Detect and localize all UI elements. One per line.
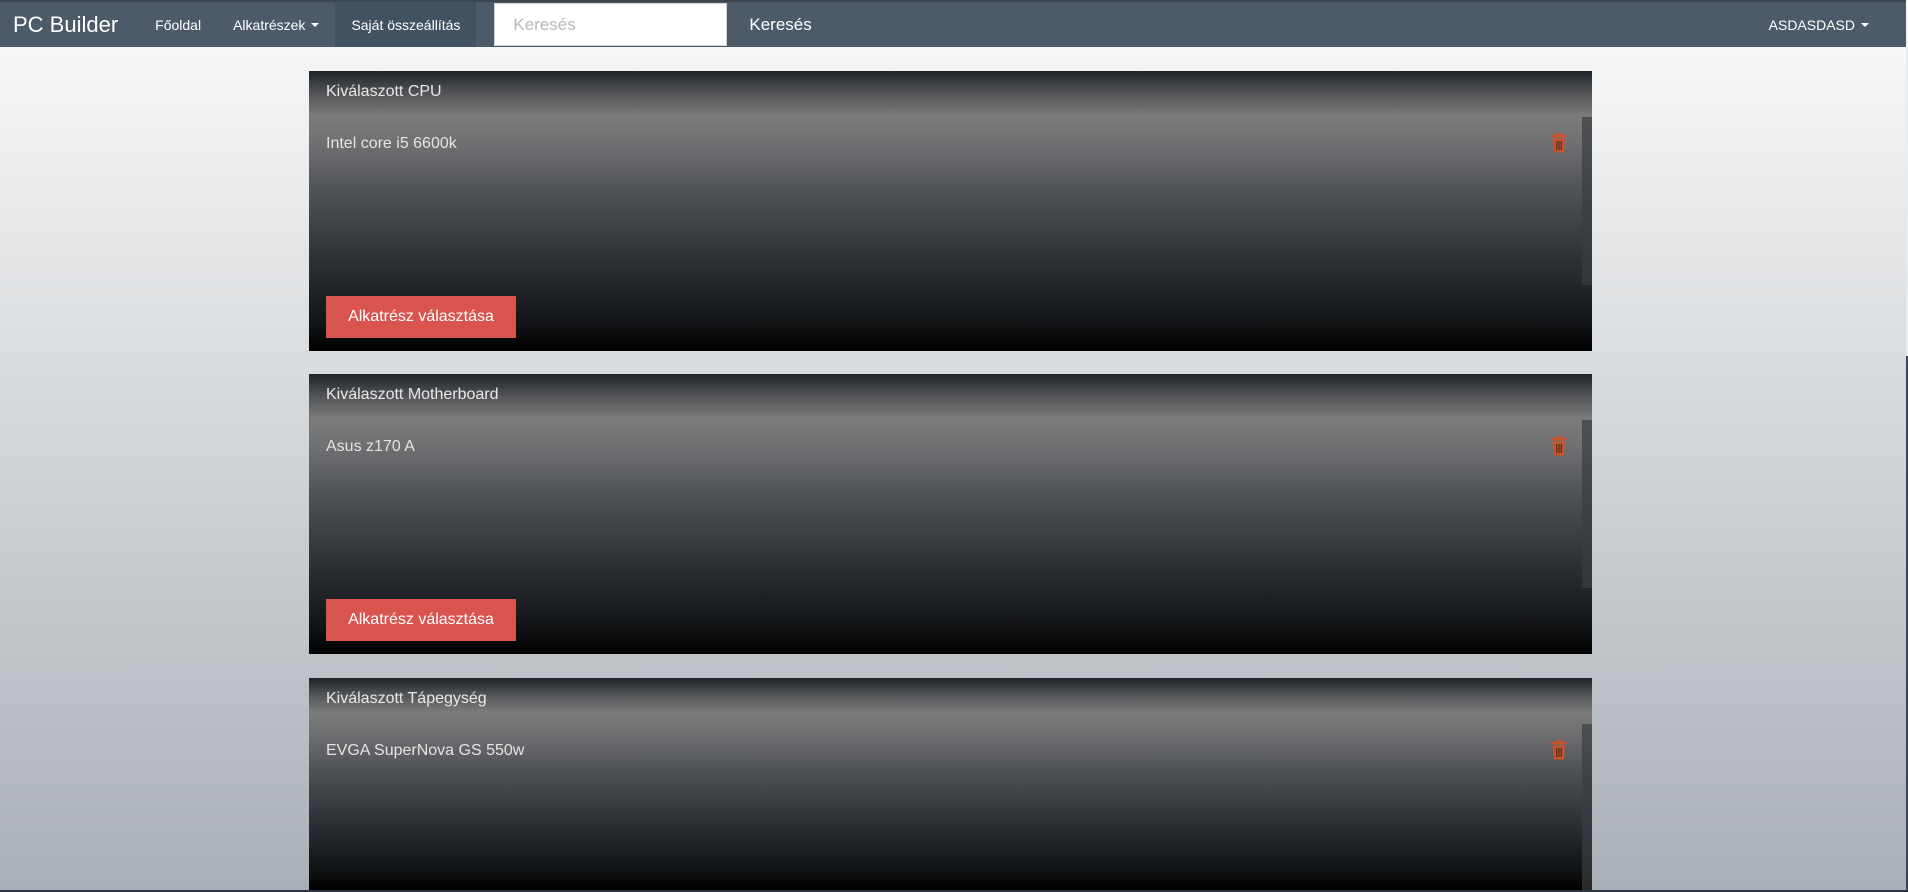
panel-scrollbar[interactable] bbox=[1582, 724, 1592, 892]
panel-scrollbar[interactable] bbox=[1582, 117, 1592, 285]
nav-own-build[interactable]: Saját összeállítás bbox=[335, 2, 477, 47]
panel-title: Kiválaszott Motherboard bbox=[326, 386, 499, 403]
user-menu-dropdown[interactable]: ASDASDASD bbox=[1769, 2, 1869, 47]
trash-icon[interactable] bbox=[1550, 740, 1568, 760]
user-name: ASDASDASD bbox=[1768, 16, 1855, 33]
choose-part-button[interactable]: Alkatrész választása bbox=[326, 296, 516, 338]
caret-down-icon bbox=[311, 22, 320, 27]
panel-title: Kiválaszott CPU bbox=[326, 83, 442, 100]
panel-title: Kiválaszott Tápegység bbox=[326, 690, 487, 707]
selected-item-name: Intel core i5 6600k bbox=[326, 135, 457, 152]
brand-logo[interactable]: PC Builder bbox=[0, 2, 131, 47]
choose-part-button[interactable]: Alkatrész választása bbox=[326, 599, 516, 641]
panel-scrollbar[interactable] bbox=[1582, 420, 1592, 588]
selected-item-name: Asus z170 A bbox=[326, 438, 415, 455]
selected-item-name: EVGA SuperNova GS 550w bbox=[326, 742, 525, 759]
caret-down-icon bbox=[1861, 22, 1869, 27]
search-input[interactable] bbox=[494, 3, 728, 46]
trash-icon[interactable] bbox=[1550, 133, 1568, 153]
nav-parts-label: Alkatrészek bbox=[233, 16, 306, 33]
trash-icon[interactable] bbox=[1550, 436, 1568, 456]
search-button[interactable]: Keresés bbox=[727, 2, 833, 47]
selected-motherboard-panel: Kiválaszott Motherboard Asus z170 A Alka… bbox=[309, 374, 1592, 654]
top-navbar: PC Builder Főoldal Alkatrészek Saját öss… bbox=[0, 0, 1906, 47]
nav-home[interactable]: Főoldal bbox=[139, 2, 217, 47]
selected-cpu-panel: Kiválaszott CPU Intel core i5 6600k Alka… bbox=[309, 71, 1592, 351]
nav-parts-dropdown[interactable]: Alkatrészek bbox=[217, 2, 335, 47]
selected-psu-panel: Kiválaszott Tápegység EVGA SuperNova GS … bbox=[309, 678, 1592, 892]
